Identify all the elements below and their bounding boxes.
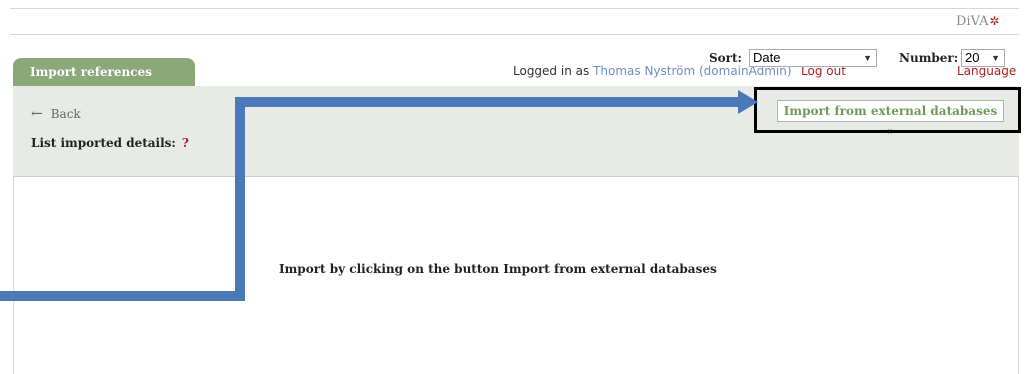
chevron-down-icon: ▼ [863,53,872,63]
number-label: Number: [899,51,959,65]
chevron-down-icon: ▼ [991,53,1000,63]
back-label: Back [50,107,81,121]
sort-select[interactable]: Date ▼ [749,49,877,67]
sort-label: Sort: [709,51,742,65]
logo-text: DiVA [956,14,989,29]
diva-logo: DiVA✲ [956,14,1000,29]
top-divider [10,8,1019,9]
number-value: 20 [965,50,980,65]
list-label-text: List imported details: [31,136,176,150]
back-link[interactable]: ← Back [31,106,81,122]
list-imported-details-label: List imported details:? [31,136,189,150]
number-select[interactable]: 20 ▼ [961,49,1005,67]
help-icon[interactable]: ? [182,136,189,150]
logged-in-prefix: Logged in as [513,64,590,78]
sort-value: Date [753,50,781,65]
logo-star-icon: ✲ [989,14,1000,28]
tab-import-references[interactable]: Import references [13,58,195,86]
header-divider [10,34,1019,35]
back-arrow-icon: ← [31,106,43,122]
import-button-highlight-box [754,87,1021,133]
empty-state-message: Import by clicking on the button Import … [279,262,717,276]
